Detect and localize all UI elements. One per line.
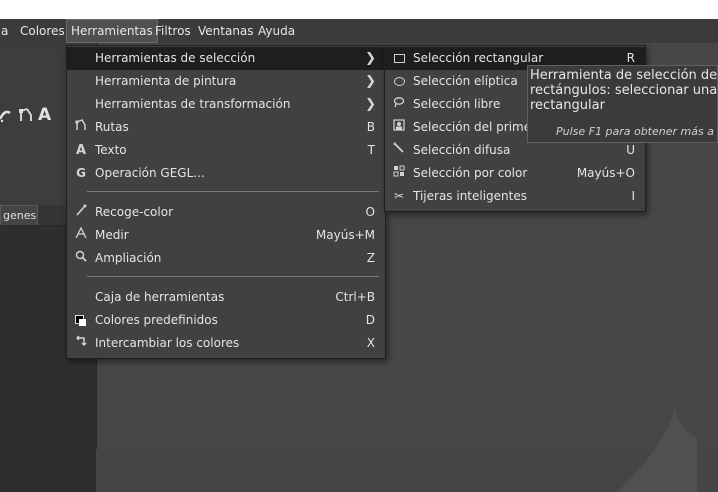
menubar-item-colores[interactable]: Colores xyxy=(16,19,69,43)
menu-item-intelligent-scissors[interactable]: ✂ Tijeras inteligentes I xyxy=(385,185,645,208)
zoom-icon xyxy=(73,247,89,270)
menu-item-label: Herramientas de transformación xyxy=(95,97,291,111)
menu-item-color-picker[interactable]: Recoge-color O xyxy=(67,201,385,224)
menubar-item-ayuda[interactable]: Ayuda xyxy=(254,19,299,43)
menu-item-shortcut: Mayús+M xyxy=(315,228,375,242)
color-picker-icon xyxy=(73,201,89,224)
warp-tool-icon[interactable] xyxy=(0,107,12,127)
menu-item-label: Selección difusa xyxy=(413,143,511,157)
menu-item-measure[interactable]: Medir Mayús+M xyxy=(67,224,385,247)
menu-item-label: Medir xyxy=(95,228,129,242)
tooltip-hint: Pulse F1 para obtener más a xyxy=(556,125,714,138)
menu-separator xyxy=(87,191,379,192)
menu-item-label: Operación GEGL... xyxy=(95,166,205,180)
menu-item-shortcut: I xyxy=(631,189,635,203)
menu-item-label: Selección libre xyxy=(413,97,501,111)
fuzzy-select-icon xyxy=(391,139,407,162)
menubar-item-ventanas[interactable]: Ventanas xyxy=(194,19,258,43)
menubar-item-filtros[interactable]: Filtros xyxy=(151,19,195,43)
menu-item-gegl-operation[interactable]: G Operación GEGL... xyxy=(67,162,385,185)
menu-item-shortcut: X xyxy=(366,336,375,350)
wilber-watermark-icon xyxy=(617,408,697,492)
tools-menu: Herramientas de selección ❯ Herramienta … xyxy=(66,45,386,359)
submenu-arrow-icon: ❯ xyxy=(365,74,376,89)
menu-item-label: Tijeras inteligentes xyxy=(413,189,528,203)
menu-item-label: Rutas xyxy=(95,120,129,134)
menu-item-default-colors[interactable]: Colores predefinidos D xyxy=(67,309,385,332)
gegl-icon: G xyxy=(76,166,86,180)
menu-item-label: Recoge-color xyxy=(95,205,173,219)
select-by-color-icon xyxy=(391,162,407,185)
menu-item-text[interactable]: A Texto T xyxy=(67,139,385,162)
menu-item-paint-tools[interactable]: Herramienta de pintura ❯ xyxy=(67,70,385,93)
menubar-item-partial[interactable]: a xyxy=(0,19,12,43)
menu-item-toolbox[interactable]: Caja de herramientas Ctrl+B xyxy=(67,286,385,309)
ellipse-select-icon xyxy=(391,70,407,93)
tooltip: Herramienta de selección de rectángulos:… xyxy=(527,65,718,143)
menu-item-shortcut: T xyxy=(367,143,375,157)
swap-colors-icon xyxy=(73,332,89,355)
free-select-icon xyxy=(391,93,407,116)
menu-separator xyxy=(87,276,379,277)
menu-item-label: Texto xyxy=(95,143,127,157)
menu-item-label: Intercambiar los colores xyxy=(95,336,240,350)
paths-icon xyxy=(73,116,89,139)
rect-select-icon xyxy=(391,47,407,70)
menu-item-label: Ampliación xyxy=(95,251,162,265)
menu-item-shortcut: Z xyxy=(366,251,375,265)
menu-item-label: Selección por color xyxy=(413,166,528,180)
text-icon: A xyxy=(75,143,87,158)
menu-item-shortcut: Ctrl+B xyxy=(335,290,375,304)
default-colors-icon xyxy=(73,309,89,332)
measure-icon xyxy=(73,224,89,247)
scissors-icon: ✂ xyxy=(393,189,405,203)
menubar-item-herramientas[interactable]: Herramientas xyxy=(66,19,158,43)
menubar: a Colores Herramientas Filtros Ventanas … xyxy=(0,19,718,43)
menu-item-label: Selección elíptica xyxy=(413,74,518,88)
submenu-arrow-icon: ❯ xyxy=(365,97,376,112)
menu-item-label: Herramienta de pintura xyxy=(95,74,237,88)
menu-item-select-by-color[interactable]: Selección por color Mayús+O xyxy=(385,162,645,185)
top-edge xyxy=(0,0,718,19)
menu-item-label: Selección rectangular xyxy=(413,51,544,65)
tab-images[interactable]: genes xyxy=(0,205,38,225)
menu-item-shortcut: D xyxy=(365,313,375,327)
submenu-arrow-icon: ❯ xyxy=(365,51,376,66)
menu-item-label: Colores predefinidos xyxy=(95,313,218,327)
text-tool-icon[interactable]: A xyxy=(38,105,51,125)
menu-item-label: Caja de herramientas xyxy=(95,290,225,304)
menu-item-shortcut: Mayús+O xyxy=(576,166,635,180)
menu-item-shortcut: O xyxy=(365,205,375,219)
menu-item-shortcut: B xyxy=(366,120,375,134)
menu-item-paths[interactable]: Rutas B xyxy=(67,116,385,139)
menu-item-label: Herramientas de selección xyxy=(95,51,256,65)
paths-tool-icon[interactable] xyxy=(18,107,34,127)
menu-item-selection-tools[interactable]: Herramientas de selección ❯ xyxy=(67,47,385,70)
menu-item-zoom[interactable]: Ampliación Z xyxy=(67,247,385,270)
menu-item-transform-tools[interactable]: Herramientas de transformación ❯ xyxy=(67,93,385,116)
menu-item-swap-colors[interactable]: Intercambiar los colores X xyxy=(67,332,385,355)
tooltip-text: Herramienta de selección de rectángulos:… xyxy=(530,68,718,113)
foreground-select-icon xyxy=(391,116,407,139)
